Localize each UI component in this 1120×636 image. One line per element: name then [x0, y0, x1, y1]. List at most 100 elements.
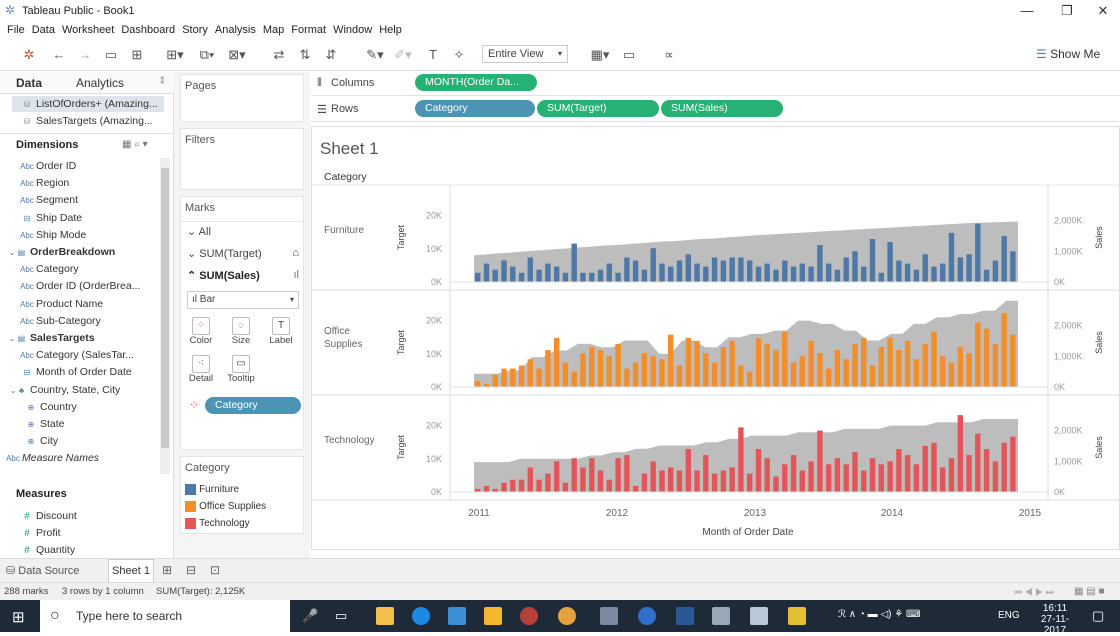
close-button[interactable]: ✕	[1088, 2, 1118, 20]
tableau-public-icon[interactable]	[750, 607, 768, 625]
menu-story[interactable]: Story	[182, 22, 208, 39]
tooltip-button[interactable]: ▭ Tooltip	[225, 355, 257, 389]
clock[interactable]: 16:11 27-11-2017	[1030, 603, 1080, 636]
app-icon[interactable]	[600, 607, 618, 625]
highlight-icon[interactable]: ✎▾	[364, 46, 386, 64]
label-icon[interactable]: T	[424, 46, 442, 64]
menu-analysis[interactable]: Analysis	[215, 22, 256, 39]
data-source-tab[interactable]: ⛁ Data Source	[6, 564, 79, 577]
clear-sheet-icon[interactable]: ⊠▾	[226, 46, 248, 64]
dimension-item[interactable]: Abc Order ID	[18, 158, 178, 175]
minimize-button[interactable]: —	[1012, 2, 1042, 20]
pin-icon[interactable]: ✧	[450, 46, 468, 64]
swap-icon[interactable]: ⇄	[270, 46, 288, 64]
menu-help[interactable]: Help	[379, 22, 402, 39]
sort-asc-icon[interactable]: ⇅	[296, 46, 314, 64]
share-icon[interactable]: ∝	[660, 46, 678, 64]
app-yellow-icon[interactable]	[788, 607, 806, 625]
dimension-item[interactable]: ⊕ Country	[22, 399, 182, 416]
mark-type-select[interactable]: ıl Bar ▾	[187, 291, 299, 309]
save-icon[interactable]: ▭	[102, 46, 120, 64]
word-icon[interactable]	[676, 607, 694, 625]
measure-item[interactable]: # Quantity	[18, 542, 178, 559]
view-mode-icon[interactable]: ▦ ▤ ■	[1074, 583, 1105, 601]
menu-dashboard[interactable]: Dashboard	[121, 22, 175, 39]
menu-window[interactable]: Window	[333, 22, 372, 39]
language-indicator[interactable]: ENG	[998, 610, 1020, 621]
measure-item[interactable]: # Profit	[18, 525, 178, 542]
filters-shelf[interactable]: Filters	[180, 128, 304, 190]
tableau-app-icon[interactable]	[712, 607, 730, 625]
new-worksheet-icon[interactable]: ⊞▾	[164, 46, 186, 64]
datasource-item[interactable]: ⛁ ListOfOrders+ (Amazing...	[18, 96, 178, 113]
dimension-item[interactable]: Abc Sub-Category	[18, 313, 178, 330]
dimension-item[interactable]: Abc Ship Mode	[18, 227, 178, 244]
marks-sales-row[interactable]: ⌃ SUM(Sales) ıl	[187, 269, 303, 282]
sticky-notes-icon[interactable]	[376, 607, 394, 625]
new-dashboard-icon[interactable]: ⊟	[186, 563, 196, 577]
sheet-nav-icon[interactable]: ⏮ ◀ ▶ ⏭	[1014, 583, 1054, 601]
notifications-icon[interactable]: ▢	[1092, 608, 1104, 624]
category-color-pill-row[interactable]: ⁘ Category	[187, 397, 303, 414]
label-button[interactable]: T Label	[265, 317, 297, 351]
dimensions-scrollbar[interactable]	[160, 158, 170, 474]
detail-button[interactable]: ⁖ Detail	[185, 355, 217, 389]
new-datasource-icon[interactable]: ⊞	[128, 46, 146, 64]
marks-all-row[interactable]: ⌄ All	[187, 225, 211, 238]
pane-menu-icon[interactable]: ⁑	[160, 76, 165, 87]
category-color-pill[interactable]: Category	[205, 397, 301, 414]
new-sheet-icon[interactable]: ⊞	[162, 563, 172, 577]
measure-item[interactable]: # Discount	[18, 508, 178, 525]
dimension-item[interactable]: ⊟ Month of Order Date	[18, 364, 178, 381]
tab-data[interactable]: Data	[16, 76, 42, 90]
dimension-item[interactable]: Abc Category	[18, 261, 178, 278]
sort-desc-icon[interactable]: ⇵	[322, 46, 340, 64]
menu-file[interactable]: File	[7, 22, 25, 39]
sum-sales-pill[interactable]: SUM(Sales)	[661, 100, 783, 117]
dimension-item[interactable]: ⊕ City	[22, 433, 182, 450]
menu-map[interactable]: Map	[263, 22, 284, 39]
dimension-item[interactable]: Abc Product Name	[18, 296, 178, 313]
dimension-item[interactable]: Abc Segment	[18, 192, 178, 209]
scroll-thumb[interactable]	[161, 168, 169, 448]
datasource-item[interactable]: ⛁ SalesTargets (Amazing...	[18, 113, 178, 130]
dimension-item[interactable]: ⌄ ♣ Country, State, City	[4, 382, 164, 399]
menu-worksheet[interactable]: Worksheet	[62, 22, 114, 39]
cards-icon[interactable]: ▦▾	[588, 46, 612, 64]
dimension-item[interactable]: Abc Measure Names	[4, 450, 164, 467]
marks-target-row[interactable]: ⌄ SUM(Target) ⌂	[187, 247, 303, 260]
menu-format[interactable]: Format	[291, 22, 326, 39]
back-icon[interactable]: ←	[50, 46, 68, 64]
new-story-icon[interactable]: ⊡	[210, 563, 220, 577]
app-blue-icon[interactable]	[638, 607, 656, 625]
show-me-button[interactable]: ☰ Show Me	[1036, 47, 1100, 61]
store-icon[interactable]	[484, 607, 502, 625]
dimension-item[interactable]: Abc Region	[18, 175, 178, 192]
menu-data[interactable]: Data	[32, 22, 55, 39]
category-row-pill[interactable]: Category	[415, 100, 535, 117]
folder-item[interactable]: ⌄ ▤ SalesTargets	[4, 330, 164, 347]
sum-target-pill[interactable]: SUM(Target)	[537, 100, 659, 117]
columns-shelf[interactable]: ⦀ Columns MONTH(Order Da...	[311, 72, 1120, 96]
forward-icon[interactable]: →	[76, 46, 94, 64]
edge-icon[interactable]	[412, 607, 430, 625]
duplicate-icon[interactable]: ⧉▾	[196, 46, 218, 64]
rows-shelf[interactable]: ☰ Rows Category SUM(Target) SUM(Sales)	[311, 98, 1120, 122]
microphone-icon[interactable]: 🎤	[302, 600, 318, 632]
chrome-icon[interactable]	[558, 607, 576, 625]
dimension-item[interactable]: Abc Order ID (OrderBrea...	[18, 278, 178, 295]
sheet1-tab[interactable]: Sheet 1	[108, 559, 154, 583]
group-icon[interactable]: ✐▾	[392, 46, 414, 64]
file-explorer-icon[interactable]	[448, 607, 466, 625]
tableau-home-icon[interactable]: ✲	[20, 46, 38, 64]
legend-item[interactable]: Office Supplies	[185, 500, 266, 512]
color-button[interactable]: ⁘ Color	[185, 317, 217, 351]
powerpoint-app-icon[interactable]	[520, 607, 538, 625]
restore-button[interactable]: ❐	[1052, 2, 1082, 20]
tab-analytics[interactable]: Analytics	[76, 76, 124, 90]
folder-item[interactable]: ⌄ ▤ OrderBreakdown	[4, 244, 164, 261]
dimension-item[interactable]: ⊕ State	[22, 416, 182, 433]
legend-item[interactable]: Technology	[185, 517, 250, 529]
fit-select[interactable]: Entire View ▾	[482, 45, 568, 63]
taskbar-search[interactable]: ○ Type here to search 🎤	[40, 600, 318, 632]
